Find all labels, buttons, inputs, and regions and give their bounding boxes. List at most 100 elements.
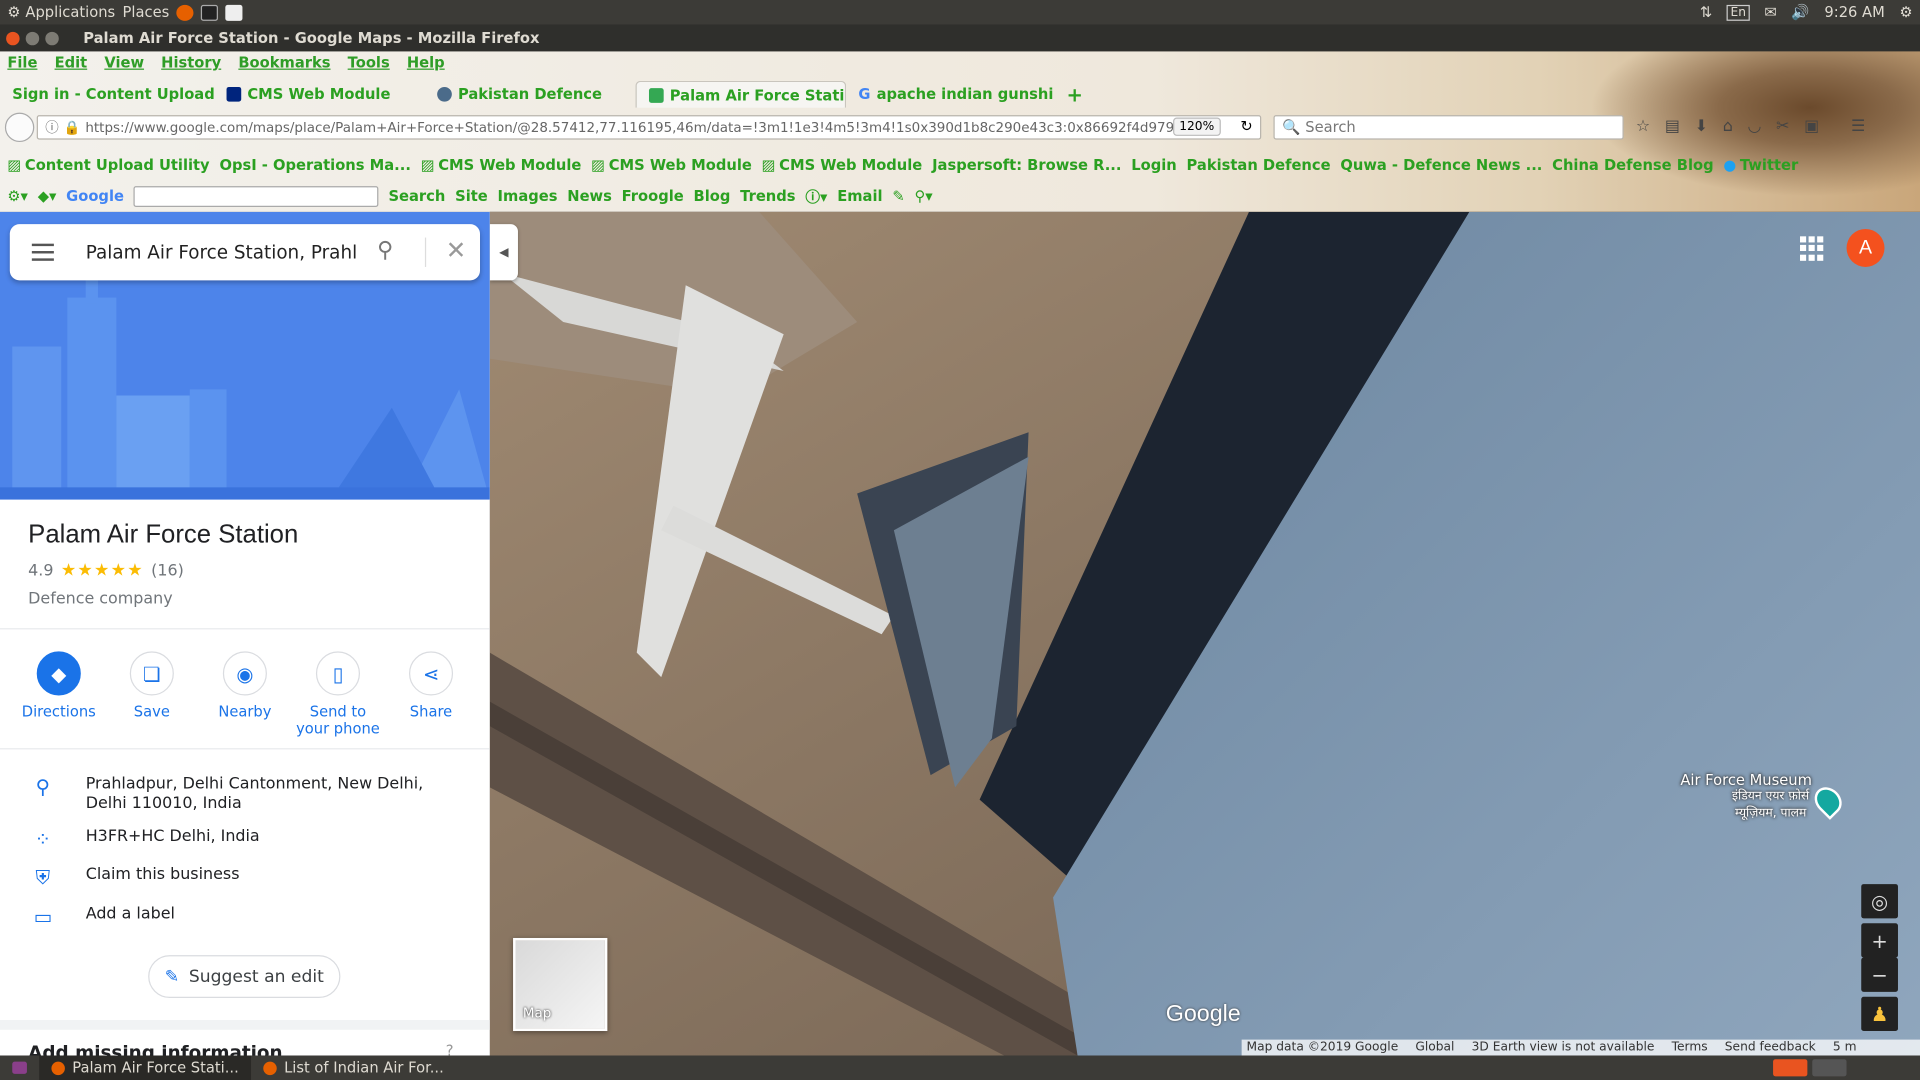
menu-file[interactable]: File <box>7 54 37 71</box>
bookmark-star-icon[interactable]: ☆ <box>1636 118 1650 136</box>
home-icon[interactable]: ⌂ <box>1723 118 1733 136</box>
save-button[interactable]: ❏ Save <box>109 647 195 745</box>
places-menu[interactable]: Places <box>123 4 170 21</box>
claim-business-row[interactable]: ⛨ Claim this business <box>0 866 490 890</box>
menu-bookmarks[interactable]: Bookmarks <box>238 54 330 71</box>
search-icon[interactable]: ⚲ <box>377 238 393 264</box>
rating-row[interactable]: 4.9 ★★★★★ (16) <box>28 561 184 581</box>
bookmark-cms-3[interactable]: ▨ CMS Web Module <box>762 154 923 176</box>
tab-sign-in[interactable]: Sign in - Content Upload U <box>0 81 214 108</box>
toolbar-news[interactable]: News <box>567 187 612 204</box>
volume-icon[interactable]: 🔊 <box>1791 4 1809 21</box>
google-toolbar-search-field[interactable] <box>133 185 379 207</box>
menu-history[interactable]: History <box>161 54 221 71</box>
address-row[interactable]: ⚲ Prahladpur, Delhi Cantonment, New Delhi… <box>0 775 490 814</box>
terms-link[interactable]: Terms <box>1672 1041 1708 1054</box>
account-avatar[interactable]: A <box>1846 228 1885 267</box>
zoom-indicator[interactable]: 120% <box>1173 117 1221 136</box>
review-count[interactable]: (16) <box>151 561 184 579</box>
zoom-in-button[interactable]: + <box>1861 923 1898 958</box>
new-tab-button[interactable]: + <box>1054 81 1095 108</box>
toolbar-blog[interactable]: Blog <box>694 187 731 204</box>
send-to-phone-button[interactable]: ▯ Send to your phone <box>295 647 381 745</box>
bookmark-pakistan-defence[interactable]: Pakistan Defence <box>1187 154 1331 176</box>
menu-help[interactable]: Help <box>407 54 445 71</box>
bookmark-china-defense-blog[interactable]: China Defense Blog <box>1552 154 1713 176</box>
close-window-icon[interactable] <box>6 31 20 45</box>
downloads-icon[interactable]: ⬇ <box>1695 118 1708 136</box>
bookmark-cms-2[interactable]: ▨ CMS Web Module <box>591 154 752 176</box>
tab-palam-air-force-station[interactable]: Palam Air Force Statio× <box>635 80 847 108</box>
help-icon[interactable]: ? <box>446 1042 454 1055</box>
maximize-window-icon[interactable] <box>45 31 59 45</box>
search-input[interactable]: Palam Air Force Station, Prahladp <box>86 224 358 280</box>
tab-cms-web-module[interactable]: CMS Web Module <box>214 81 425 108</box>
bookmark-cms-1[interactable]: ▨ CMS Web Module <box>421 154 582 176</box>
toolbar-email[interactable]: Email <box>837 187 882 204</box>
hamburger-menu-icon[interactable]: ☰ <box>1851 118 1865 136</box>
google-brand-menu[interactable]: Google <box>66 187 124 204</box>
search-box[interactable]: 🔍 Search <box>1273 115 1624 140</box>
back-button[interactable] <box>4 112 35 143</box>
text-editor-icon[interactable] <box>225 4 243 21</box>
bookmarks-library-icon[interactable]: ▤ <box>1665 118 1680 136</box>
menu-icon[interactable] <box>31 243 54 261</box>
toolbar-options-icon[interactable]: ⚙▾ <box>7 187 28 204</box>
add-label-row[interactable]: ▭ Add a label <box>0 905 490 928</box>
extension-icon[interactable]: ▣ <box>1804 118 1819 136</box>
highlighter-icon[interactable]: ✎ <box>892 187 904 204</box>
clock[interactable]: 9:26 AM <box>1824 4 1884 21</box>
bookmark-jaspersoft[interactable]: Jaspersoft: Browse R... <box>932 154 1121 176</box>
reload-icon[interactable]: ↻ <box>1240 118 1252 135</box>
tab-pakistan-defence[interactable]: Pakistan Defence <box>425 81 636 108</box>
toolbar-diamond-icon[interactable]: ◆▾ <box>38 187 57 204</box>
place-category[interactable]: Defence company <box>28 590 173 608</box>
toolbar-site[interactable]: Site <box>455 187 488 204</box>
info-icon[interactable]: ⓘ <box>45 118 58 138</box>
mail-icon[interactable]: ✉ <box>1764 4 1776 21</box>
keyboard-language[interactable]: En <box>1726 4 1750 21</box>
firefox-launcher-icon[interactable] <box>176 4 194 21</box>
zoom-out-button[interactable]: − <box>1861 957 1898 992</box>
pocket-icon[interactable]: ◡ <box>1748 118 1762 136</box>
map-layer-toggle[interactable]: Map <box>513 937 608 1032</box>
toolbar-search[interactable]: Search <box>388 187 445 204</box>
bookmark-twitter[interactable]: ● Twitter <box>1723 154 1798 176</box>
system-monitor-icon[interactable] <box>201 4 219 21</box>
settings-gear-icon[interactable]: ⚙ <box>1899 4 1912 21</box>
global-link[interactable]: Global <box>1415 1041 1454 1054</box>
bookmark-quwa[interactable]: Quwa - Defence News ... <box>1340 154 1542 176</box>
collapse-panel-button[interactable]: ◀ <box>489 224 518 281</box>
url-bar[interactable]: ⓘ 🔒 https://www.google.com/maps/place/Pa… <box>36 115 1262 140</box>
magnifier-icon[interactable]: ⚲▾ <box>914 187 932 204</box>
minimize-window-icon[interactable] <box>25 31 40 45</box>
share-button[interactable]: ⋖ Share <box>388 647 474 745</box>
taskbar-item-firefox-maps[interactable]: Palam Air Force Stati... <box>39 1055 252 1080</box>
toolbar-images[interactable]: Images <box>498 187 558 204</box>
bookmark-login[interactable]: Login <box>1131 154 1176 176</box>
pegman-icon[interactable]: ♟ <box>1861 996 1898 1032</box>
workspace-switcher[interactable] <box>1773 1059 1920 1077</box>
directions-button[interactable]: ◆ Directions <box>16 647 102 745</box>
bookmark-opsi[interactable]: OpsI - Operations Ma... <box>219 154 410 176</box>
toolbar-info-icon[interactable]: ⓘ▾ <box>805 186 827 207</box>
toolbar-trends[interactable]: Trends <box>740 187 795 204</box>
menu-view[interactable]: View <box>104 54 144 71</box>
satellite-map[interactable] <box>489 211 1920 1056</box>
menu-tools[interactable]: Tools <box>348 54 390 71</box>
send-feedback-link[interactable]: Send feedback <box>1725 1041 1816 1054</box>
network-icon[interactable]: ⇅ <box>1700 4 1712 21</box>
taskbar-item-firefox-list[interactable]: List of Indian Air For... <box>251 1056 456 1080</box>
plus-code-row[interactable]: ⁘ H3FR+HC Delhi, India <box>0 828 490 851</box>
my-location-icon[interactable]: ◎ <box>1861 884 1898 919</box>
menu-edit[interactable]: Edit <box>55 54 88 71</box>
toolbar-froogle[interactable]: Froogle <box>622 187 684 204</box>
show-desktop-icon[interactable] <box>0 1056 39 1080</box>
google-apps-icon[interactable] <box>1800 236 1824 261</box>
scale-bar[interactable]: 5 m <box>1833 1041 1857 1054</box>
nearby-button[interactable]: ◉ Nearby <box>202 647 288 745</box>
suggest-edit-button[interactable]: ✎ Suggest an edit <box>148 955 341 998</box>
tab-apache-indian-gunship[interactable]: Gapache indian gunship× <box>846 81 1054 108</box>
poi-air-force-museum[interactable]: Air Force Museum इंडियन एयर फ़ोर्स म्यूज… <box>1673 771 1820 822</box>
screenshot-icon[interactable]: ✂ <box>1776 118 1789 136</box>
